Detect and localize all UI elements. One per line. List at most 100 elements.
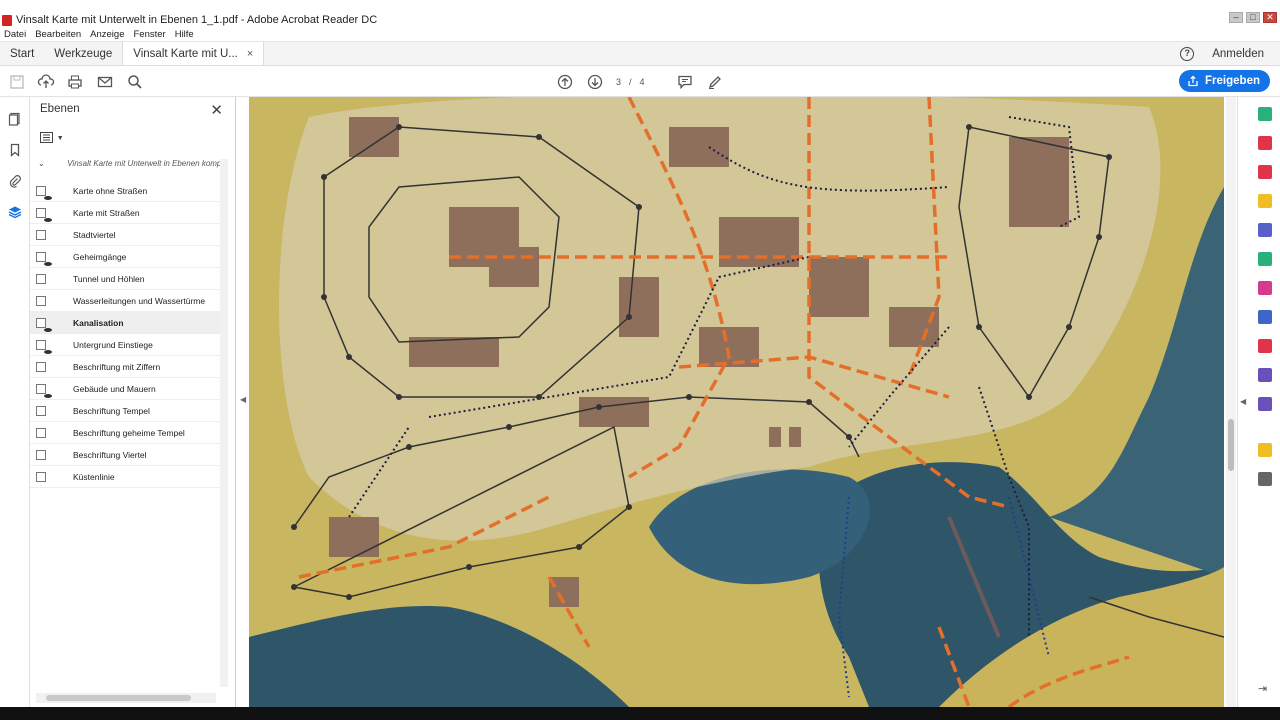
layer-label: Tunnel und Höhlen: [73, 273, 145, 284]
expand-rail-arrow-icon[interactable]: ◀: [1240, 397, 1246, 406]
search-icon[interactable]: [126, 73, 144, 91]
close-window-button[interactable]: ✕: [1263, 12, 1277, 23]
export-pdf-icon[interactable]: [1258, 107, 1272, 121]
menu-bar: Datei Bearbeiten Anzeige Fenster Hilfe: [0, 28, 1280, 42]
document-view[interactable]: [249, 97, 1224, 707]
layer-row[interactable]: Beschriftung Tempel: [30, 400, 222, 422]
compress-pdf-icon[interactable]: [1258, 339, 1272, 353]
layer-label: Küstenlinie: [73, 471, 115, 482]
send-for-signature-icon[interactable]: [1258, 368, 1272, 382]
layer-visibility-toggle[interactable]: [36, 274, 46, 284]
layer-label: Gebäude und Mauern: [73, 383, 156, 394]
menu-bearbeiten[interactable]: Bearbeiten: [35, 29, 81, 40]
layer-row[interactable]: Geheimgänge: [30, 246, 222, 268]
layer-visibility-toggle[interactable]: [36, 186, 52, 200]
collapse-chevron-icon[interactable]: ⌄: [38, 159, 50, 168]
help-icon[interactable]: ?: [1180, 46, 1195, 61]
more-tools-icon[interactable]: [1258, 472, 1272, 486]
panel-scrollbar[interactable]: [220, 159, 228, 687]
comment-tool-icon[interactable]: [1258, 194, 1272, 208]
edit-pdf-icon[interactable]: [1258, 252, 1272, 266]
layer-row[interactable]: Karte mit Straßen: [30, 202, 222, 224]
layer-row[interactable]: Beschriftung mit Ziffern: [30, 356, 222, 378]
minimize-button[interactable]: –: [1229, 12, 1243, 23]
layer-visibility-toggle[interactable]: [36, 428, 46, 438]
next-page-icon[interactable]: [586, 73, 604, 91]
layer-visibility-toggle[interactable]: [36, 208, 52, 222]
chevron-down-icon: ▼: [56, 135, 64, 143]
layer-label: Karte ohne Straßen: [73, 185, 148, 196]
layer-visibility-toggle[interactable]: [36, 230, 46, 240]
layer-root[interactable]: ⌄ Vinsalt Karte mit Unterwelt in Ebenen …: [38, 159, 228, 168]
organize-pages-icon[interactable]: [1258, 165, 1272, 179]
signin-link[interactable]: Anmelden: [1212, 48, 1264, 60]
page-thumbnails-icon[interactable]: [8, 112, 22, 126]
send-for-review-icon[interactable]: [1258, 443, 1272, 457]
layer-row[interactable]: Küstenlinie: [30, 466, 222, 488]
layer-row[interactable]: Kanalisation: [30, 312, 222, 334]
tab-document[interactable]: Vinsalt Karte mit U... ×: [122, 42, 265, 65]
layer-label: Beschriftung Viertel: [73, 449, 147, 460]
upload-icon[interactable]: [37, 73, 55, 91]
document-scroll-thumb[interactable]: [1228, 419, 1234, 471]
protect-icon[interactable]: [1258, 310, 1272, 324]
eye-icon: [44, 196, 52, 200]
panel-horizontal-scrollbar[interactable]: [36, 693, 216, 703]
layer-label: Karte mit Straßen: [73, 207, 140, 218]
menu-datei[interactable]: Datei: [4, 29, 26, 40]
comment-icon[interactable]: [676, 73, 694, 91]
layer-root-label: Vinsalt Karte mit Unterwelt in Ebenen ko…: [67, 159, 222, 168]
scrollbar-thumb[interactable]: [46, 695, 191, 701]
tab-tools[interactable]: Werkzeuge: [44, 42, 122, 65]
layer-visibility-toggle[interactable]: [36, 384, 52, 398]
eye-icon: [44, 262, 52, 266]
page-current-input[interactable]: 3: [616, 77, 621, 87]
layer-row[interactable]: Gebäude und Mauern: [30, 378, 222, 400]
pen-icon[interactable]: [706, 73, 724, 91]
layer-row[interactable]: Tunnel und Höhlen: [30, 268, 222, 290]
layer-row[interactable]: Karte ohne Straßen: [30, 180, 222, 202]
pdf-app-icon: [2, 14, 12, 26]
layer-row[interactable]: Beschriftung geheime Tempel: [30, 422, 222, 444]
bookmark-icon[interactable]: [8, 143, 22, 157]
layer-visibility-toggle[interactable]: [36, 252, 52, 266]
layer-row[interactable]: Wasserleitungen und Wassertürme: [30, 290, 222, 312]
layers-icon[interactable]: [8, 205, 22, 219]
layer-visibility-toggle[interactable]: [36, 340, 52, 354]
layer-row[interactable]: Beschriftung Viertel: [30, 444, 222, 466]
menu-hilfe[interactable]: Hilfe: [175, 29, 194, 40]
collapse-panel-arrow-icon[interactable]: ◀: [240, 395, 246, 404]
attachment-icon[interactable]: [8, 174, 22, 188]
collapse-rail-icon[interactable]: ⇥: [1258, 682, 1267, 695]
save-icon[interactable]: [8, 73, 26, 91]
document-scrollbar[interactable]: [1226, 97, 1236, 707]
maximize-button[interactable]: □: [1246, 12, 1260, 23]
print-icon[interactable]: [66, 73, 84, 91]
tab-document-label: Vinsalt Karte mit U...: [133, 47, 238, 60]
menu-fenster[interactable]: Fenster: [133, 29, 165, 40]
share-button[interactable]: Freigeben: [1179, 70, 1270, 92]
fill-sign-icon[interactable]: [1258, 281, 1272, 295]
layer-row[interactable]: Untergrund Einstiege: [30, 334, 222, 356]
layer-options-menu[interactable]: ▼: [40, 132, 64, 143]
layer-label: Wasserleitungen und Wassertürme: [73, 295, 206, 306]
layer-visibility-toggle[interactable]: [36, 296, 46, 306]
close-panel-button[interactable]: ✕: [210, 101, 223, 119]
email-icon[interactable]: [96, 73, 114, 91]
layer-visibility-toggle[interactable]: [36, 450, 46, 460]
menu-anzeige[interactable]: Anzeige: [90, 29, 124, 40]
previous-page-icon[interactable]: [556, 73, 574, 91]
layer-visibility-toggle[interactable]: [36, 362, 46, 372]
layer-row[interactable]: Stadtviertel: [30, 224, 222, 246]
left-navigation-rail: [0, 97, 30, 707]
create-pdf-icon[interactable]: [1258, 136, 1272, 150]
close-tab-button[interactable]: ×: [247, 48, 253, 60]
layer-visibility-toggle[interactable]: [36, 406, 46, 416]
request-signature-icon[interactable]: [1258, 397, 1272, 411]
layer-list: Karte ohne Straßen Karte mit Straßen Stadt…: [30, 180, 222, 488]
tab-start[interactable]: Start: [0, 42, 44, 65]
combine-files-icon[interactable]: [1258, 223, 1272, 237]
layer-visibility-toggle[interactable]: [36, 472, 46, 482]
page-separator: /: [629, 77, 632, 87]
layer-visibility-toggle[interactable]: [36, 318, 52, 332]
